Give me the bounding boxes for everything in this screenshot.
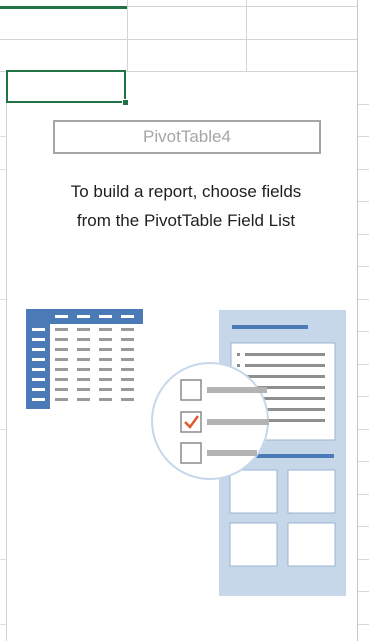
row-line <box>358 201 369 202</box>
row-line <box>358 104 369 105</box>
row-line <box>0 169 6 170</box>
row-line <box>358 234 369 235</box>
grid-line <box>0 39 369 40</box>
row-line <box>0 136 6 137</box>
selected-column-indicator <box>0 6 127 9</box>
active-cell[interactable] <box>6 70 126 103</box>
instruction-line: from the PivotTable Field List <box>76 211 296 230</box>
row-line <box>358 624 369 625</box>
table-graphic-icon <box>26 309 143 409</box>
grid-line <box>246 0 247 72</box>
row-line <box>0 624 6 625</box>
fill-handle[interactable] <box>122 99 129 106</box>
pivot-field-list-illustration-icon <box>26 309 346 596</box>
pivot-table-name: PivotTable4 <box>53 120 321 154</box>
row-line <box>358 136 369 137</box>
grid-line <box>127 0 128 72</box>
field-checklist-icon <box>151 362 269 480</box>
row-line <box>358 266 369 267</box>
pivot-instruction-text: To build a report, choose fields from th… <box>16 177 356 235</box>
instruction-line: To build a report, choose fields <box>70 182 302 201</box>
row-line <box>358 169 369 170</box>
